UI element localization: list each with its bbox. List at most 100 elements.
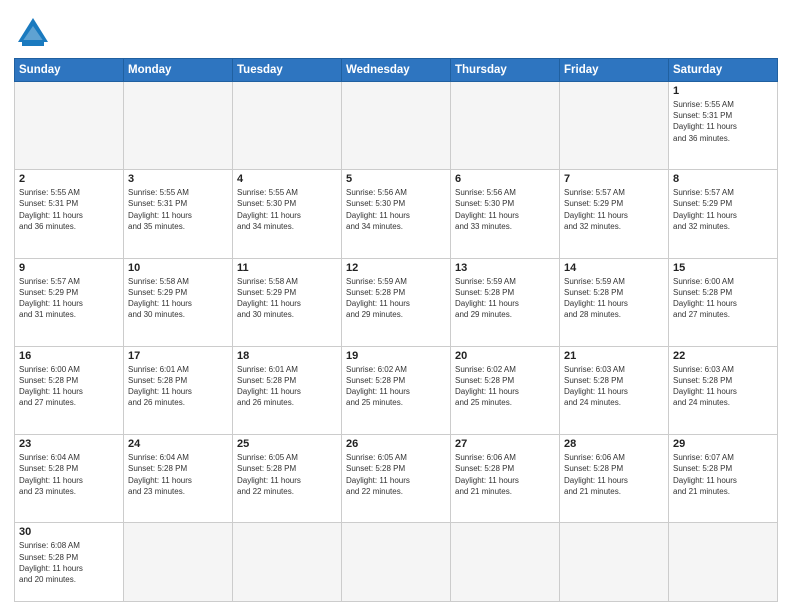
calendar-cell: 13 Sunrise: 5:59 AM Sunset: 5:28 PM Dayli…	[451, 258, 560, 346]
calendar-cell	[124, 82, 233, 170]
weekday-header: Thursday	[451, 59, 560, 82]
day-number: 19	[346, 350, 446, 362]
weekday-header: Wednesday	[342, 59, 451, 82]
day-number: 24	[128, 438, 228, 450]
calendar-table: SundayMondayTuesdayWednesdayThursdayFrid…	[14, 58, 778, 602]
day-number: 18	[237, 350, 337, 362]
day-info: Sunrise: 6:02 AM Sunset: 5:28 PM Dayligh…	[455, 364, 555, 409]
weekday-header: Monday	[124, 59, 233, 82]
day-info: Sunrise: 6:06 AM Sunset: 5:28 PM Dayligh…	[455, 452, 555, 497]
calendar-cell: 29Sunrise: 6:07 AM Sunset: 5:28 PM Dayli…	[669, 435, 778, 523]
day-info: Sunrise: 5:56 AM Sunset: 5:30 PM Dayligh…	[346, 187, 446, 232]
calendar-cell: 6Sunrise: 5:56 AM Sunset: 5:30 PM Daylig…	[451, 170, 560, 258]
day-number: 4	[237, 173, 337, 185]
calendar-cell: 3 Sunrise: 5:55 AM Sunset: 5:31 PM Daylig…	[124, 170, 233, 258]
calendar-cell: 30 Sunrise: 6:08 AM Sunset: 5:28 PM Dayli…	[15, 523, 124, 602]
calendar-cell: 22 Sunrise: 6:03 AM Sunset: 5:28 PM Dayli…	[669, 346, 778, 434]
calendar-cell	[451, 523, 560, 602]
day-number: 14	[564, 262, 664, 274]
calendar-cell: 2Sunrise: 5:55 AM Sunset: 5:31 PM Daylig…	[15, 170, 124, 258]
calendar-cell: 24Sunrise: 6:04 AM Sunset: 5:28 PM Dayli…	[124, 435, 233, 523]
calendar-cell: 12 Sunrise: 5:59 AM Sunset: 5:28 PM Dayli…	[342, 258, 451, 346]
day-info: Sunrise: 6:00 AM Sunset: 5:28 PM Dayligh…	[19, 364, 119, 409]
day-number: 21	[564, 350, 664, 362]
calendar-cell	[342, 523, 451, 602]
day-info: Sunrise: 5:55 AM Sunset: 5:30 PM Dayligh…	[237, 187, 337, 232]
calendar-cell: 5Sunrise: 5:56 AM Sunset: 5:30 PM Daylig…	[342, 170, 451, 258]
day-info: Sunrise: 5:57 AM Sunset: 5:29 PM Dayligh…	[19, 276, 119, 321]
day-number: 20	[455, 350, 555, 362]
calendar-cell: 15 Sunrise: 6:00 AM Sunset: 5:28 PM Dayli…	[669, 258, 778, 346]
day-info: Sunrise: 6:01 AM Sunset: 5:28 PM Dayligh…	[128, 364, 228, 409]
day-number: 11	[237, 262, 337, 274]
day-info: Sunrise: 5:59 AM Sunset: 5:28 PM Dayligh…	[564, 276, 664, 321]
calendar-cell: 26 Sunrise: 6:05 AM Sunset: 5:28 PM Dayli…	[342, 435, 451, 523]
calendar-cell	[342, 82, 451, 170]
day-number: 13	[455, 262, 555, 274]
day-number: 28	[564, 438, 664, 450]
day-info: Sunrise: 5:57 AM Sunset: 5:29 PM Dayligh…	[564, 187, 664, 232]
calendar-cell: 18 Sunrise: 6:01 AM Sunset: 5:28 PM Dayli…	[233, 346, 342, 434]
day-info: Sunrise: 6:08 AM Sunset: 5:28 PM Dayligh…	[19, 540, 119, 585]
day-number: 3	[128, 173, 228, 185]
calendar-cell: 11 Sunrise: 5:58 AM Sunset: 5:29 PM Dayli…	[233, 258, 342, 346]
calendar-cell: 16 Sunrise: 6:00 AM Sunset: 5:28 PM Dayli…	[15, 346, 124, 434]
calendar-cell: 28 Sunrise: 6:06 AM Sunset: 5:28 PM Dayli…	[560, 435, 669, 523]
calendar-cell	[560, 82, 669, 170]
calendar-cell: 4 Sunrise: 5:55 AM Sunset: 5:30 PM Daylig…	[233, 170, 342, 258]
day-number: 22	[673, 350, 773, 362]
day-number: 26	[346, 438, 446, 450]
day-info: Sunrise: 5:59 AM Sunset: 5:28 PM Dayligh…	[455, 276, 555, 321]
day-info: Sunrise: 6:01 AM Sunset: 5:28 PM Dayligh…	[237, 364, 337, 409]
day-number: 9	[19, 262, 119, 274]
calendar-cell: 9 Sunrise: 5:57 AM Sunset: 5:29 PM Daylig…	[15, 258, 124, 346]
weekday-header: Friday	[560, 59, 669, 82]
day-number: 1	[673, 85, 773, 97]
calendar-cell: 10Sunrise: 5:58 AM Sunset: 5:29 PM Dayli…	[124, 258, 233, 346]
day-info: Sunrise: 6:05 AM Sunset: 5:28 PM Dayligh…	[237, 452, 337, 497]
day-info: Sunrise: 6:00 AM Sunset: 5:28 PM Dayligh…	[673, 276, 773, 321]
calendar-cell: 27 Sunrise: 6:06 AM Sunset: 5:28 PM Dayli…	[451, 435, 560, 523]
day-number: 10	[128, 262, 228, 274]
day-number: 7	[564, 173, 664, 185]
day-info: Sunrise: 6:06 AM Sunset: 5:28 PM Dayligh…	[564, 452, 664, 497]
day-number: 30	[19, 526, 119, 538]
logo-icon	[14, 14, 52, 52]
page: SundayMondayTuesdayWednesdayThursdayFrid…	[0, 0, 792, 612]
weekday-header: Sunday	[15, 59, 124, 82]
day-info: Sunrise: 5:59 AM Sunset: 5:28 PM Dayligh…	[346, 276, 446, 321]
calendar-cell: 1 Sunrise: 5:55 AM Sunset: 5:31 PM Daylig…	[669, 82, 778, 170]
calendar-cell	[669, 523, 778, 602]
day-number: 27	[455, 438, 555, 450]
weekday-header: Tuesday	[233, 59, 342, 82]
calendar-cell	[124, 523, 233, 602]
calendar-cell: 8Sunrise: 5:57 AM Sunset: 5:29 PM Daylig…	[669, 170, 778, 258]
calendar-cell	[560, 523, 669, 602]
day-number: 15	[673, 262, 773, 274]
day-number: 16	[19, 350, 119, 362]
day-info: Sunrise: 5:55 AM Sunset: 5:31 PM Dayligh…	[19, 187, 119, 232]
day-number: 12	[346, 262, 446, 274]
day-info: Sunrise: 5:55 AM Sunset: 5:31 PM Dayligh…	[128, 187, 228, 232]
calendar-cell	[233, 523, 342, 602]
calendar-cell	[15, 82, 124, 170]
calendar-cell: 25Sunrise: 6:05 AM Sunset: 5:28 PM Dayli…	[233, 435, 342, 523]
calendar-cell: 17 Sunrise: 6:01 AM Sunset: 5:28 PM Dayli…	[124, 346, 233, 434]
calendar-cell: 23 Sunrise: 6:04 AM Sunset: 5:28 PM Dayli…	[15, 435, 124, 523]
day-number: 23	[19, 438, 119, 450]
day-info: Sunrise: 5:58 AM Sunset: 5:29 PM Dayligh…	[237, 276, 337, 321]
day-info: Sunrise: 5:57 AM Sunset: 5:29 PM Dayligh…	[673, 187, 773, 232]
calendar-cell: 19Sunrise: 6:02 AM Sunset: 5:28 PM Dayli…	[342, 346, 451, 434]
day-info: Sunrise: 6:04 AM Sunset: 5:28 PM Dayligh…	[19, 452, 119, 497]
header	[14, 10, 778, 52]
calendar-cell: 21Sunrise: 6:03 AM Sunset: 5:28 PM Dayli…	[560, 346, 669, 434]
calendar-cell: 14 Sunrise: 5:59 AM Sunset: 5:28 PM Dayli…	[560, 258, 669, 346]
day-number: 29	[673, 438, 773, 450]
day-number: 6	[455, 173, 555, 185]
day-info: Sunrise: 6:03 AM Sunset: 5:28 PM Dayligh…	[673, 364, 773, 409]
day-info: Sunrise: 6:05 AM Sunset: 5:28 PM Dayligh…	[346, 452, 446, 497]
day-info: Sunrise: 5:55 AM Sunset: 5:31 PM Dayligh…	[673, 99, 773, 144]
calendar-cell	[233, 82, 342, 170]
calendar-cell: 20 Sunrise: 6:02 AM Sunset: 5:28 PM Dayli…	[451, 346, 560, 434]
day-number: 17	[128, 350, 228, 362]
